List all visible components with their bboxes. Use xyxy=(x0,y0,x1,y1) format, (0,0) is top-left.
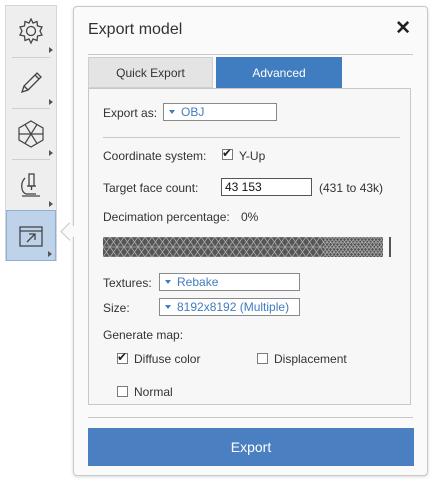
checkmark-icon: ✔ xyxy=(117,350,128,364)
mesh-tool-button[interactable] xyxy=(6,109,56,159)
target-face-count-range: (431 to 43k) xyxy=(319,181,384,195)
expand-corner-icon xyxy=(48,251,52,257)
generate-map-label: Generate map: xyxy=(103,328,184,342)
dropdown-caret-icon xyxy=(165,280,171,284)
dropdown-caret-icon xyxy=(165,305,171,309)
footer-divider xyxy=(88,417,413,418)
checkmark-icon: ✔ xyxy=(222,146,233,160)
displacement-label: Displacement xyxy=(274,352,347,366)
normal-checkbox[interactable] xyxy=(117,386,128,397)
target-face-count-input[interactable] xyxy=(221,178,312,196)
export-icon xyxy=(19,225,43,247)
expand-corner-icon xyxy=(49,99,53,105)
mesh-icon xyxy=(18,120,44,148)
target-face-count-label: Target face count: xyxy=(103,181,199,195)
textures-dropdown[interactable]: Rebake xyxy=(159,273,300,291)
decimation-label: Decimation percentage: xyxy=(103,210,230,224)
decimation-slider-handle[interactable] xyxy=(389,237,391,257)
diffuse-color-checkbox[interactable]: ✔ xyxy=(117,350,128,364)
settings-tool-button[interactable] xyxy=(6,6,56,56)
close-button[interactable]: ✕ xyxy=(395,19,411,39)
microscope-icon xyxy=(21,173,40,197)
expand-corner-icon xyxy=(49,201,53,207)
decimation-slider-track[interactable] xyxy=(103,237,383,257)
gear-icon xyxy=(19,17,43,45)
textures-label: Textures: xyxy=(103,276,152,290)
edit-tool-button[interactable] xyxy=(6,58,56,108)
title-divider xyxy=(88,54,413,55)
y-up-checkbox[interactable]: ✔ xyxy=(222,146,233,160)
dropdown-caret-icon xyxy=(169,110,175,114)
displacement-checkbox[interactable] xyxy=(257,353,268,364)
normal-label: Normal xyxy=(134,385,173,399)
inspect-tool-button[interactable] xyxy=(6,160,56,210)
coordinate-system-label: Coordinate system: xyxy=(103,149,207,163)
export-tool-button[interactable] xyxy=(6,210,56,261)
textures-value: Rebake xyxy=(177,275,219,289)
export-button[interactable]: Export xyxy=(88,428,414,466)
decimation-value: 0% xyxy=(241,210,259,224)
texture-size-dropdown[interactable]: 8192x8192 (Multiple) xyxy=(159,298,300,316)
size-label: Size: xyxy=(103,301,130,315)
export-as-label: Export as: xyxy=(103,106,158,120)
pencil-icon xyxy=(20,72,42,94)
export-format-value: OBJ xyxy=(181,105,205,119)
expand-corner-icon xyxy=(49,47,53,53)
mesh-pattern-icon xyxy=(103,237,383,257)
section-divider xyxy=(103,137,400,138)
texture-size-value: 8192x8192 (Multiple) xyxy=(177,300,290,314)
tool-sidebar xyxy=(5,5,57,261)
advanced-settings-area: Export as: OBJ Coordinate system: ✔ Y-Up… xyxy=(88,88,411,405)
panel-title: Export model xyxy=(88,21,183,38)
expand-corner-icon xyxy=(49,150,53,156)
y-up-label: Y-Up xyxy=(239,149,266,163)
tab-advanced[interactable]: Advanced xyxy=(216,57,342,88)
export-model-panel: Export model ✕ Quick Export Advanced Exp… xyxy=(73,6,428,476)
export-format-dropdown[interactable]: OBJ xyxy=(163,103,277,121)
tab-quick-export[interactable]: Quick Export xyxy=(88,57,213,88)
diffuse-color-label: Diffuse color xyxy=(134,352,201,366)
